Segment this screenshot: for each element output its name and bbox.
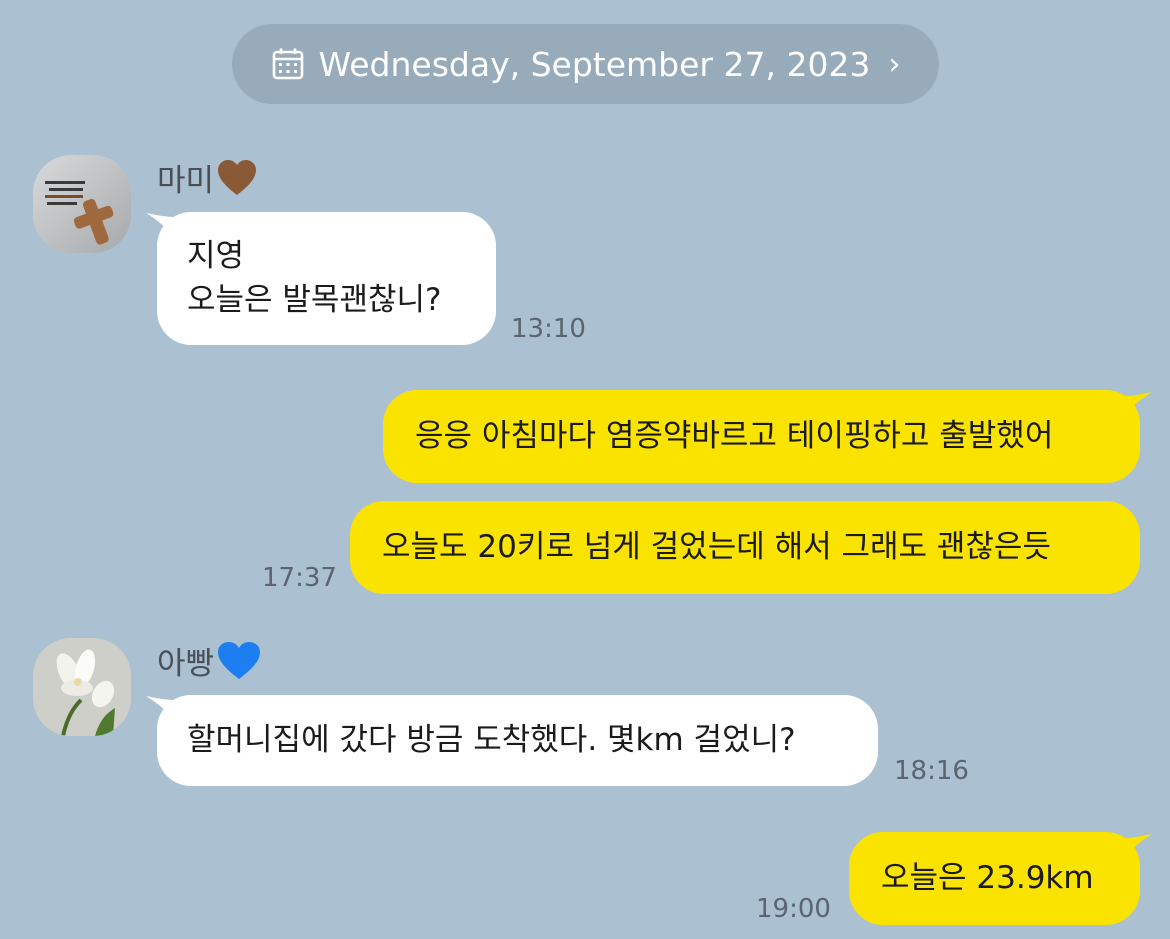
message-text: 오늘은 23.9km (881, 860, 1094, 896)
date-label: Wednesday, September 27, 2023 (318, 44, 871, 84)
message-text-line: 지영 (187, 238, 245, 274)
avatar-sender-1[interactable] (33, 155, 131, 253)
message-bubble-2[interactable]: 응응 아침마다 염증약바르고 테이핑하고 출발했어 (383, 390, 1140, 483)
avatar-image (33, 638, 131, 736)
message-time: 17:37 (262, 563, 337, 593)
message-text: 오늘도 20키로 넘게 걸었는데 해서 그래도 괜찮은듯 (382, 529, 1051, 565)
calendar-icon (272, 48, 303, 80)
message-text: 할머니집에 갔다 방금 도착했다. 몇km 걸었니? (187, 722, 796, 758)
bubble-tail (1124, 834, 1152, 858)
avatar-sender-2[interactable] (33, 638, 131, 736)
sender-name-1: 마미 (157, 155, 258, 200)
message-bubble-1[interactable]: 지영 오늘은 발목괜찮니? (157, 212, 496, 345)
message-bubble-5[interactable]: 오늘은 23.9km (849, 832, 1140, 925)
message-time: 19:00 (756, 894, 831, 924)
blue-heart-icon (218, 641, 261, 679)
sender-name-2: 아빵 (157, 638, 262, 683)
date-header-button[interactable]: Wednesday, September 27, 2023 › (232, 24, 939, 104)
chevron-right-icon: › (888, 46, 901, 82)
bubble-tail (1124, 392, 1152, 416)
message-time: 13:10 (511, 314, 586, 344)
message-text: 응응 아침마다 염증약바르고 테이핑하고 출발했어 (415, 418, 1054, 454)
avatar-image (33, 155, 131, 253)
message-bubble-3[interactable]: 오늘도 20키로 넘게 걸었는데 해서 그래도 괜찮은듯 (350, 501, 1140, 594)
message-time: 18:16 (894, 756, 969, 786)
brown-heart-icon (218, 159, 257, 195)
message-bubble-4[interactable]: 할머니집에 갔다 방금 도착했다. 몇km 걸었니? (157, 695, 878, 786)
message-text-line: 오늘은 발목괜찮니? (187, 282, 442, 318)
